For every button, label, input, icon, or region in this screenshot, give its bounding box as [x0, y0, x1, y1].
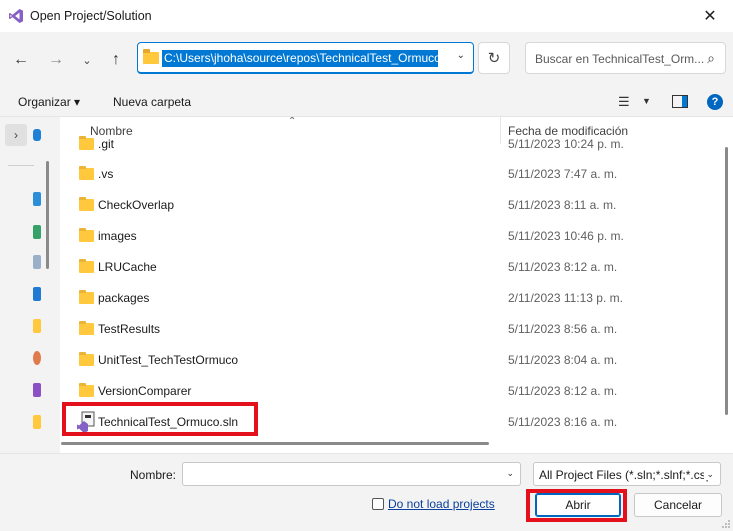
address-path[interactable]: C:\Users\jhoha\source\repos\TechnicalTes…	[162, 50, 438, 67]
chevron-down-icon: ⌄	[82, 54, 92, 67]
chevron-down-icon[interactable]: ⌄	[457, 50, 465, 61]
folder-icon	[79, 197, 94, 211]
window-title: Open Project/Solution	[30, 9, 152, 23]
organize-menu-button[interactable]: Organizar ▾	[18, 95, 80, 109]
pictures-icon[interactable]	[33, 287, 41, 301]
sidebar-scrollbar[interactable]	[46, 161, 49, 269]
list-item-checkoverlap[interactable]: CheckOverlap 5/11/2023 8:11 a. m.	[61, 190, 721, 221]
file-type-select[interactable]: All Project Files (*.sln;*.slnf;*.csp ⌄	[533, 462, 721, 486]
new-folder-button[interactable]: Nueva carpeta	[113, 95, 191, 109]
navigation-bar: ← → ⌄ ↑ C:\Users\jhoha\source\repos\Tech…	[0, 32, 733, 88]
folder-icon	[79, 290, 94, 304]
folder-icon	[79, 383, 94, 397]
view-options-icon[interactable]: ☰	[618, 94, 630, 110]
up-button[interactable]: ↑	[104, 48, 128, 72]
visual-studio-icon	[9, 9, 23, 23]
arrow-left-icon: ←	[13, 51, 29, 68]
expand-navigation-button[interactable]: ›	[5, 124, 27, 146]
item-date: 5/11/2023 10:24 p. m.	[508, 137, 624, 151]
folder-icon[interactable]	[33, 319, 41, 333]
folder-icon	[79, 259, 94, 273]
music-icon[interactable]	[33, 351, 41, 365]
folder-icon[interactable]	[33, 415, 41, 429]
item-name: VersionComparer	[98, 384, 192, 398]
sort-ascending-icon: ⌃	[288, 117, 297, 127]
search-placeholder: Buscar en TechnicalTest_Orm...	[535, 52, 705, 66]
chevron-right-icon: ›	[14, 128, 18, 142]
item-date: 5/11/2023 8:12 a. m.	[508, 384, 618, 398]
item-name: UnitTest_TechTestOrmuco	[98, 353, 239, 367]
arrow-right-icon: →	[48, 51, 64, 68]
view-dropdown-icon[interactable]: ▼	[642, 96, 651, 106]
command-toolbar: Organizar ▾ Nueva carpeta ☰ ▼ ?	[0, 88, 733, 117]
recent-locations-button[interactable]: ⌄	[75, 48, 99, 72]
refresh-icon: ↻	[487, 50, 501, 67]
preview-pane-icon[interactable]	[672, 95, 688, 108]
filename-label: Nombre:	[130, 468, 177, 482]
filename-input[interactable]: ⌄	[182, 462, 521, 486]
item-name: .git	[98, 137, 115, 151]
downloads-icon[interactable]	[33, 225, 41, 239]
search-icon: ⌕	[707, 50, 715, 66]
navigation-pane: ›	[0, 117, 60, 453]
documents-icon[interactable]	[33, 255, 41, 269]
title-bar: Open Project/Solution ✕	[0, 0, 733, 32]
list-item-unittest[interactable]: UnitTest_TechTestOrmuco 5/11/2023 8:04 a…	[61, 345, 721, 376]
list-item-git[interactable]: .git 5/11/2023 10:24 p. m.	[61, 129, 721, 160]
file-list: Nombre ⌃ Fecha de modificación .git 5/11…	[61, 117, 733, 453]
videos-icon[interactable]	[33, 383, 41, 397]
resize-grip-icon[interactable]	[721, 519, 731, 529]
desktop-icon[interactable]	[33, 192, 41, 206]
item-date: 5/11/2023 7:47 a. m.	[508, 167, 618, 181]
back-button[interactable]: ←	[9, 48, 33, 72]
item-date: 2/11/2023 11:13 p. m.	[508, 291, 623, 305]
chevron-down-icon[interactable]: ⌄	[506, 468, 514, 479]
item-name: TestResults	[98, 322, 161, 336]
do-not-load-projects-label[interactable]: Do not load projects	[388, 497, 495, 511]
cloud-icon[interactable]	[33, 129, 41, 141]
item-date: 5/11/2023 8:16 a. m.	[508, 415, 618, 429]
help-icon[interactable]: ?	[707, 94, 723, 110]
item-name: LRUCache	[98, 260, 157, 274]
folder-icon	[79, 228, 94, 242]
list-item-testresults[interactable]: TestResults 5/11/2023 8:56 a. m.	[61, 314, 721, 345]
dialog-footer: Nombre: ⌄ All Project Files (*.sln;*.sln…	[0, 453, 733, 531]
folder-icon	[79, 352, 94, 366]
folder-icon	[79, 321, 94, 335]
address-bar[interactable]: C:\Users\jhoha\source\repos\TechnicalTes…	[137, 42, 474, 74]
refresh-button[interactable]: ↻	[478, 42, 510, 74]
item-name: images	[98, 229, 137, 243]
item-name: packages	[98, 291, 150, 305]
list-item-lrucache[interactable]: LRUCache 5/11/2023 8:12 a. m.	[61, 252, 721, 283]
vertical-scrollbar[interactable]	[725, 147, 728, 415]
forward-button[interactable]: →	[44, 48, 68, 72]
list-item-vs[interactable]: .vs 5/11/2023 7:47 a. m.	[61, 159, 721, 190]
chevron-down-icon: ⌄	[704, 469, 714, 480]
item-date: 5/11/2023 8:56 a. m.	[508, 322, 618, 336]
list-item-images[interactable]: images 5/11/2023 10:46 p. m.	[61, 221, 721, 252]
item-date: 5/11/2023 8:04 a. m.	[508, 353, 618, 367]
search-input[interactable]: Buscar en TechnicalTest_Orm... ⌕	[525, 42, 726, 74]
item-name: .vs	[98, 167, 114, 181]
file-type-value: All Project Files (*.sln;*.slnf;*.csp	[539, 468, 713, 482]
folder-icon	[143, 49, 159, 64]
item-date: 5/11/2023 8:11 a. m.	[508, 198, 617, 212]
arrow-up-icon: ↑	[112, 51, 120, 68]
solution-file-highlight	[62, 402, 258, 436]
open-button[interactable]: Abrir	[535, 493, 621, 517]
item-date: 5/11/2023 10:46 p. m.	[508, 229, 624, 243]
horizontal-scrollbar[interactable]	[61, 442, 489, 445]
close-button[interactable]: ✕	[687, 0, 733, 32]
item-name: CheckOverlap	[98, 198, 175, 212]
item-date: 5/11/2023 8:12 a. m.	[508, 260, 618, 274]
close-icon: ✕	[703, 8, 717, 25]
sidebar-divider	[8, 165, 34, 166]
folder-icon	[79, 136, 94, 150]
cancel-button[interactable]: Cancelar	[634, 493, 722, 517]
list-item-packages[interactable]: packages 2/11/2023 11:13 p. m.	[61, 283, 721, 314]
folder-icon	[79, 166, 94, 180]
do-not-load-projects-checkbox[interactable]	[372, 498, 384, 510]
